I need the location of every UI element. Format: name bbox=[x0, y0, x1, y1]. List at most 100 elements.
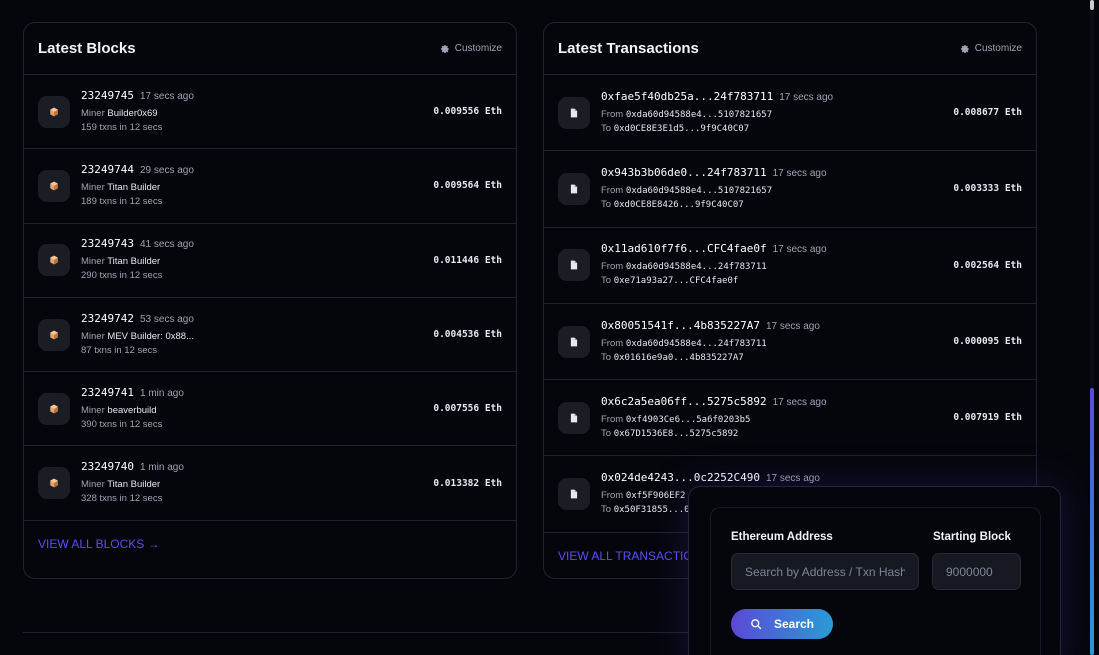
from-address[interactable]: 0xf4903Ce6...5a6f0203b5 bbox=[626, 415, 751, 425]
block-row-body: 23249740 1 min ago Miner Titan Builder 328 … bbox=[81, 460, 433, 506]
transaction-row-header: 0x80051541f...4b835227A7 17 secs ago bbox=[601, 319, 953, 332]
block-age: 1 min ago bbox=[139, 387, 184, 399]
transaction-value: 0.002564 Eth bbox=[953, 259, 1022, 271]
blocks-customize-button[interactable]: Customize bbox=[440, 43, 502, 54]
to-address[interactable]: 0x01616e9a0...4b835227A7 bbox=[614, 353, 744, 363]
block-row-header: 23249742 53 secs ago bbox=[81, 312, 433, 325]
transaction-hash[interactable]: 0x943b3b06de0...24f783711 bbox=[601, 166, 767, 179]
to-label: To bbox=[601, 275, 612, 287]
block-number[interactable]: 23249743 bbox=[81, 237, 134, 250]
transaction-row[interactable]: 0x943b3b06de0...24f783711 17 secs ago From… bbox=[544, 151, 1036, 228]
block-cube-icon bbox=[38, 95, 70, 128]
gear-icon bbox=[960, 44, 969, 53]
transaction-from-line: From 0xda60d94588e4...24f783711 bbox=[601, 260, 953, 274]
cube-icon bbox=[50, 255, 58, 265]
cube-icon bbox=[50, 330, 58, 339]
block-cube-icon bbox=[38, 318, 70, 351]
block-number[interactable]: 23249744 bbox=[81, 163, 134, 176]
transaction-doc-icon bbox=[558, 325, 590, 358]
transaction-row-body: 0x80051541f...4b835227A7 17 secs ago From … bbox=[601, 319, 953, 365]
transaction-age: 17 secs ago bbox=[779, 91, 834, 103]
block-row[interactable]: 23249745 17 secs ago Miner Builder0x69 159 … bbox=[24, 75, 516, 150]
transaction-row[interactable]: 0x6c2a5ea06ff...5275c5892 17 secs ago From… bbox=[544, 380, 1036, 457]
block-row[interactable]: 23249740 1 min ago Miner Titan Builder 328 … bbox=[24, 446, 516, 521]
miner-name[interactable]: Titan Builder bbox=[107, 479, 160, 490]
from-address[interactable]: 0xda60d94588e4...5107821657 bbox=[626, 110, 772, 120]
block-row[interactable]: 23249741 1 min ago Miner beaverbuild 390 tx… bbox=[24, 372, 516, 447]
block-number[interactable]: 23249740 bbox=[81, 460, 134, 473]
to-address[interactable]: 0x50F31855...0 bbox=[614, 505, 690, 515]
transaction-hash[interactable]: 0x11ad610f7f6...CFC4fae0f bbox=[601, 242, 767, 255]
transaction-row-header: 0x024de4243...0c2252C490 17 secs ago bbox=[601, 471, 1022, 484]
to-address[interactable]: 0xd0CE8E8426...9f9C40C07 bbox=[614, 200, 744, 210]
transactions-customize-button[interactable]: Customize bbox=[960, 43, 1022, 54]
starting-block-input[interactable] bbox=[932, 553, 1021, 590]
transaction-hash[interactable]: 0x6c2a5ea06ff...5275c5892 bbox=[601, 395, 767, 408]
transaction-to-line: To 0x67D1536E8...5275c5892 bbox=[601, 427, 953, 441]
miner-name[interactable]: Titan Builder bbox=[107, 182, 160, 193]
from-address[interactable]: 0xda60d94588e4...24f783711 bbox=[626, 262, 767, 272]
block-row[interactable]: 23249743 41 secs ago Miner Titan Builder 29… bbox=[24, 224, 516, 298]
transaction-hash[interactable]: 0xfae5f40db25a...24f783711 bbox=[601, 90, 773, 103]
view-all-blocks-link[interactable]: VIEW ALL BLOCKS → bbox=[38, 537, 160, 551]
search-button-label: Search bbox=[773, 617, 815, 631]
transaction-row-header: 0x943b3b06de0...24f783711 17 secs ago bbox=[601, 166, 953, 179]
from-address[interactable]: 0xf5F906EF2 bbox=[626, 491, 686, 501]
latest-blocks-card: Latest Blocks Customize 23249745 17 secs … bbox=[23, 22, 517, 579]
block-txn-count[interactable]: 159 txns in 12 secs bbox=[81, 121, 433, 135]
transaction-value: 0.008677 Eth bbox=[953, 107, 1022, 119]
transaction-row[interactable]: 0x11ad610f7f6...CFC4fae0f 17 secs ago From… bbox=[544, 228, 1036, 304]
miner-name[interactable]: MEV Builder: 0x88... bbox=[107, 331, 194, 342]
block-txn-count[interactable]: 390 txns in 12 secs bbox=[81, 418, 433, 432]
transaction-hash[interactable]: 0x80051541f...4b835227A7 bbox=[601, 319, 760, 332]
latest-transactions-header: Latest Transactions Customize bbox=[544, 23, 1036, 75]
block-row-header: 23249740 1 min ago bbox=[81, 460, 433, 473]
starting-block-label: Starting Block bbox=[933, 531, 1011, 543]
search-button[interactable]: Search bbox=[731, 609, 833, 639]
block-reward: 0.009564 Eth bbox=[433, 180, 502, 192]
block-txn-count[interactable]: 87 txns in 12 secs bbox=[81, 344, 433, 358]
block-cube-icon bbox=[38, 244, 70, 277]
cube-icon bbox=[50, 107, 58, 117]
transaction-age: 17 secs ago bbox=[765, 320, 820, 332]
document-icon bbox=[570, 489, 578, 499]
block-row-header: 23249745 17 secs ago bbox=[81, 89, 433, 102]
transaction-row-header: 0xfae5f40db25a...24f783711 17 secs ago bbox=[601, 90, 953, 103]
transaction-age: 17 secs ago bbox=[772, 396, 827, 408]
block-number[interactable]: 23249745 bbox=[81, 89, 134, 102]
transaction-hash[interactable]: 0x024de4243...0c2252C490 bbox=[601, 471, 760, 484]
block-number[interactable]: 23249741 bbox=[81, 386, 134, 399]
block-row[interactable]: 23249744 29 secs ago Miner Titan Builder 18… bbox=[24, 149, 516, 224]
search-icon bbox=[751, 619, 762, 630]
to-address[interactable]: 0x67D1536E8...5275c5892 bbox=[614, 429, 739, 439]
block-txn-count[interactable]: 189 txns in 12 secs bbox=[81, 195, 433, 209]
transaction-to-line: To 0xd0CE8E8426...9f9C40C07 bbox=[601, 198, 953, 212]
latest-blocks-header: Latest Blocks Customize bbox=[24, 23, 516, 75]
from-address[interactable]: 0xda60d94588e4...5107821657 bbox=[626, 186, 772, 196]
scrollbar-thumb[interactable] bbox=[1090, 388, 1094, 655]
from-address[interactable]: 0xda60d94588e4...24f783711 bbox=[626, 339, 767, 349]
miner-label: Miner bbox=[81, 256, 105, 268]
miner-name[interactable]: Titan Builder bbox=[107, 256, 160, 267]
to-address[interactable]: 0xd0CE8E3E1d5...9f9C40C07 bbox=[614, 124, 749, 134]
address-search-input[interactable] bbox=[731, 553, 919, 590]
transaction-to-line: To 0xd0CE8E3E1d5...9f9C40C07 bbox=[601, 122, 953, 136]
miner-label: Miner bbox=[81, 107, 105, 119]
transaction-doc-icon bbox=[558, 478, 590, 511]
miner-name[interactable]: Builder0x69 bbox=[107, 108, 157, 119]
transaction-from-line: From 0xda60d94588e4...5107821657 bbox=[601, 184, 953, 198]
miner-label: Miner bbox=[81, 479, 105, 491]
transaction-to-line: To 0x01616e9a0...4b835227A7 bbox=[601, 351, 953, 365]
transaction-doc-icon bbox=[558, 401, 590, 434]
block-txn-count[interactable]: 328 txns in 12 secs bbox=[81, 492, 433, 506]
from-label: From bbox=[601, 490, 624, 502]
transaction-row[interactable]: 0x80051541f...4b835227A7 17 secs ago From … bbox=[544, 304, 1036, 381]
miner-label: Miner bbox=[81, 330, 105, 342]
block-number[interactable]: 23249742 bbox=[81, 312, 134, 325]
transaction-row[interactable]: 0xfae5f40db25a...24f783711 17 secs ago Fro… bbox=[544, 75, 1036, 152]
block-row-body: 23249744 29 secs ago Miner Titan Builder 18… bbox=[81, 163, 433, 209]
to-address[interactable]: 0xe71a93a27...CFC4fae0f bbox=[614, 276, 739, 286]
block-txn-count[interactable]: 290 txns in 12 secs bbox=[81, 269, 433, 283]
miner-name[interactable]: beaverbuild bbox=[107, 405, 156, 416]
block-row[interactable]: 23249742 53 secs ago Miner MEV Builder: 0x… bbox=[24, 298, 516, 373]
